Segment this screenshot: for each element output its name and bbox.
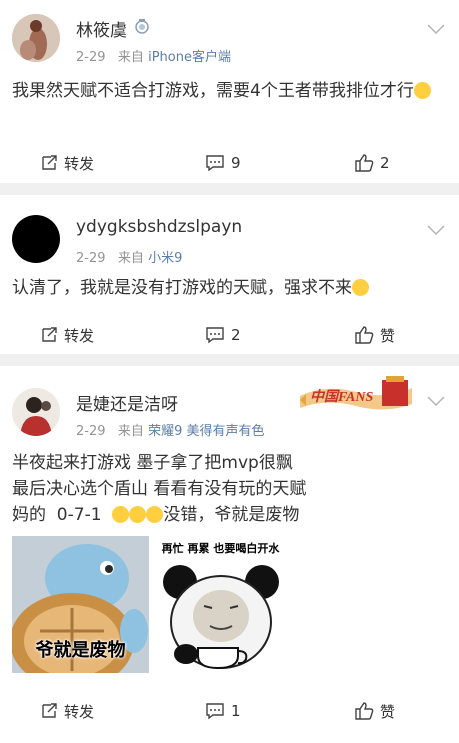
post-meta: 2-29 来自 iPhone客户端	[76, 46, 231, 65]
from-label: 来自	[117, 251, 144, 266]
post-meta: 2-29 来自 荣耀9 美得有声有色	[76, 420, 264, 439]
avatar[interactable]	[12, 388, 60, 436]
like-button[interactable]: 赞	[354, 696, 395, 726]
post-text-line: 最后决心选个盾山 看看有没有玩的天赋	[12, 479, 307, 499]
from-label: 来自	[117, 424, 144, 439]
like-label: 赞	[380, 702, 396, 721]
comment-button[interactable]: 1	[205, 696, 241, 726]
crying-emoji-icon	[112, 506, 130, 523]
post-source[interactable]: iPhone客户端	[148, 50, 231, 65]
repost-label: 转发	[64, 154, 95, 173]
repost-icon	[42, 327, 57, 342]
like-label: 赞	[380, 326, 396, 345]
vip-badge-icon	[135, 19, 149, 34]
crying-emoji-icon	[129, 506, 147, 523]
meme-caption-1: 爷就是废物	[35, 640, 126, 661]
post-text: 半夜起来打游戏 墨子拿了把mvp很飘 最后决心选个盾山 看看有没有玩的天赋 妈的…	[12, 450, 439, 528]
avatar[interactable]	[12, 215, 60, 263]
from-label: 来自	[117, 50, 144, 65]
avatar[interactable]	[12, 14, 60, 62]
thumbs-up-icon	[355, 326, 374, 344]
repost-label: 转发	[64, 702, 95, 721]
repost-button[interactable]: 转发	[40, 696, 94, 726]
post-meta: 2-29 来自 小米9	[76, 247, 182, 266]
post-time: 2-29	[76, 50, 106, 65]
post-text-line: 半夜起来打游戏 墨子拿了把mvp很飘	[12, 453, 293, 473]
repost-icon	[42, 155, 57, 170]
post-separator	[0, 183, 459, 195]
post-text-line: 妈的 0-7-1 没错，爷就是废物	[12, 505, 300, 525]
comment-button[interactable]: 9	[205, 148, 241, 178]
fans-badge-label: 中国FANS	[310, 390, 374, 405]
post-time: 2-29	[76, 251, 106, 266]
chevron-down-icon[interactable]	[427, 396, 445, 406]
chevron-down-icon[interactable]	[427, 225, 445, 235]
post-separator	[0, 354, 459, 366]
action-bar: 转发 1 赞	[0, 696, 459, 726]
comment-count: 9	[231, 154, 241, 172]
smiling-emoji-icon	[352, 279, 369, 296]
comment-button[interactable]: 2	[205, 320, 241, 350]
meme-image-2[interactable]: 再忙 再累 也要喝白开水	[152, 536, 289, 673]
repost-icon	[42, 703, 57, 718]
comment-icon	[206, 155, 224, 172]
repost-label: 转发	[64, 326, 95, 345]
like-count: 2	[380, 154, 390, 172]
user-name[interactable]: 是婕还是洁呀	[76, 390, 178, 415]
avatar-photo	[12, 388, 60, 436]
thumbs-up-icon	[355, 154, 374, 172]
fans-badge: 中国FANS	[296, 374, 416, 416]
post-text: 认清了，我就是没有打游戏的天赋，强求不来	[12, 275, 439, 301]
user-name[interactable]: 林筱虞	[76, 16, 127, 41]
laughing-emoji-icon	[413, 82, 431, 99]
action-bar: 转发 2 赞	[0, 320, 459, 350]
meme-image-1[interactable]: 爷就是废物	[12, 536, 149, 673]
comment-count: 2	[231, 326, 241, 344]
post-text: 我果然天赋不适合打游戏，需要4个王者带我排位才行	[12, 78, 439, 104]
like-button[interactable]: 赞	[354, 320, 395, 350]
repost-button[interactable]: 转发	[40, 148, 94, 178]
post-3: 是婕还是洁呀 中国FANS 2-29 来自 荣耀9 美得有声有色 半夜起来打游戏…	[0, 366, 459, 743]
crying-emoji-icon	[146, 506, 164, 523]
post-2: ydygksbshdzslpayn 2-29 来自 小米9 认清了，我就是没有打…	[0, 195, 459, 354]
panda-meme-icon	[163, 565, 279, 670]
comment-icon	[206, 703, 224, 720]
post-source[interactable]: 小米9	[148, 251, 182, 266]
action-bar: 转发 9 2	[0, 148, 459, 178]
like-button[interactable]: 2	[354, 148, 390, 178]
repost-button[interactable]: 转发	[40, 320, 94, 350]
avatar-photo	[12, 14, 60, 62]
comment-icon	[206, 327, 224, 344]
comment-count: 1	[231, 702, 241, 720]
user-name[interactable]: ydygksbshdzslpayn	[76, 217, 242, 237]
post-source[interactable]: 荣耀9 美得有声有色	[148, 424, 264, 439]
post-time: 2-29	[76, 424, 106, 439]
chevron-down-icon[interactable]	[427, 24, 445, 34]
post-1: 林筱虞 2-29 来自 iPhone客户端 我果然天赋不适合打游戏，需要4个王者…	[0, 0, 459, 183]
thumbs-up-icon	[355, 702, 374, 720]
